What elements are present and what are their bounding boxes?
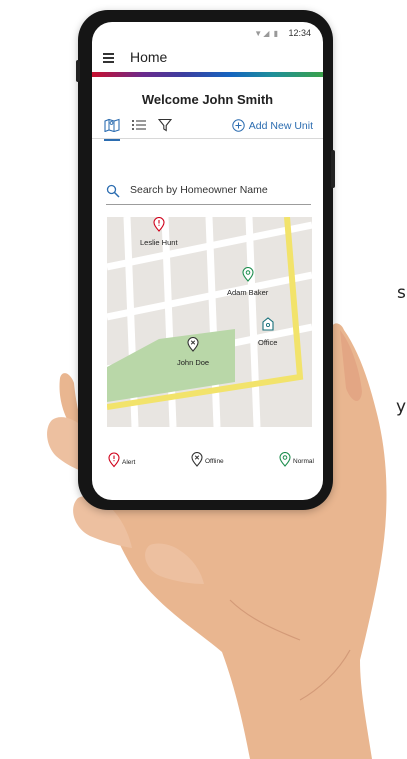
- alert-pin-icon: [108, 452, 120, 468]
- legend-alert: Alert: [108, 452, 135, 468]
- add-new-unit-button[interactable]: Add New Unit: [232, 119, 313, 132]
- search-icon: [106, 184, 120, 198]
- marker-label: Adam Baker: [227, 288, 269, 297]
- search-input[interactable]: [128, 183, 312, 197]
- legend-normal: Normal: [279, 452, 314, 467]
- map-marker-john-doe[interactable]: John Doe: [177, 337, 209, 367]
- status-icons: ▼◢ ▮: [254, 29, 279, 38]
- map-marker-adam-baker[interactable]: Adam Baker: [227, 267, 268, 297]
- marker-label: Leslie Hunt: [140, 238, 178, 247]
- map-view[interactable]: Leslie Hunt Adam Baker Office John Doe: [107, 217, 312, 427]
- status-time: 12:34: [288, 28, 311, 38]
- legend-label: Offline: [205, 458, 224, 465]
- normal-pin-icon: [279, 452, 291, 467]
- phone-screen: ▼◢ ▮ 12:34 Home Welcome John Smith Add N…: [92, 22, 323, 500]
- offline-pin-icon: [191, 452, 203, 467]
- welcome-message: Welcome John Smith: [141, 92, 274, 107]
- list-view-icon[interactable]: [131, 118, 147, 137]
- phone-side-button: [76, 60, 80, 82]
- phone-side-button: [331, 150, 335, 188]
- view-toolbar: Add New Unit: [92, 118, 323, 141]
- add-new-unit-label: Add New Unit: [248, 119, 313, 132]
- normal-pin-icon: [242, 267, 254, 282]
- plus-circle-icon: [232, 119, 245, 132]
- marker-label: Office: [258, 338, 278, 347]
- search-bar: [106, 182, 312, 205]
- map-marker-leslie-hunt[interactable]: Leslie Hunt: [140, 217, 178, 247]
- filter-icon[interactable]: [157, 118, 173, 137]
- legend-label: Alert: [122, 459, 136, 466]
- alert-pin-icon: [153, 217, 165, 232]
- legend-label: Normal: [293, 458, 314, 465]
- marker-label: John Doe: [177, 358, 210, 367]
- office-pin-icon: [262, 317, 274, 331]
- brand-color-bar: [92, 72, 323, 77]
- map-view-icon[interactable]: [104, 118, 120, 141]
- map-marker-office[interactable]: Office: [258, 317, 277, 347]
- legend-offline: Offline: [191, 452, 224, 467]
- app-bar: Home: [92, 46, 323, 72]
- map-canvas[interactable]: [107, 217, 312, 427]
- page-title: Home: [130, 49, 168, 65]
- offline-pin-icon: [187, 337, 199, 352]
- menu-icon[interactable]: [103, 53, 114, 63]
- status-bar: ▼◢ ▮ 12:34: [92, 22, 323, 44]
- map-legend: Alert Offline Normal: [106, 452, 315, 474]
